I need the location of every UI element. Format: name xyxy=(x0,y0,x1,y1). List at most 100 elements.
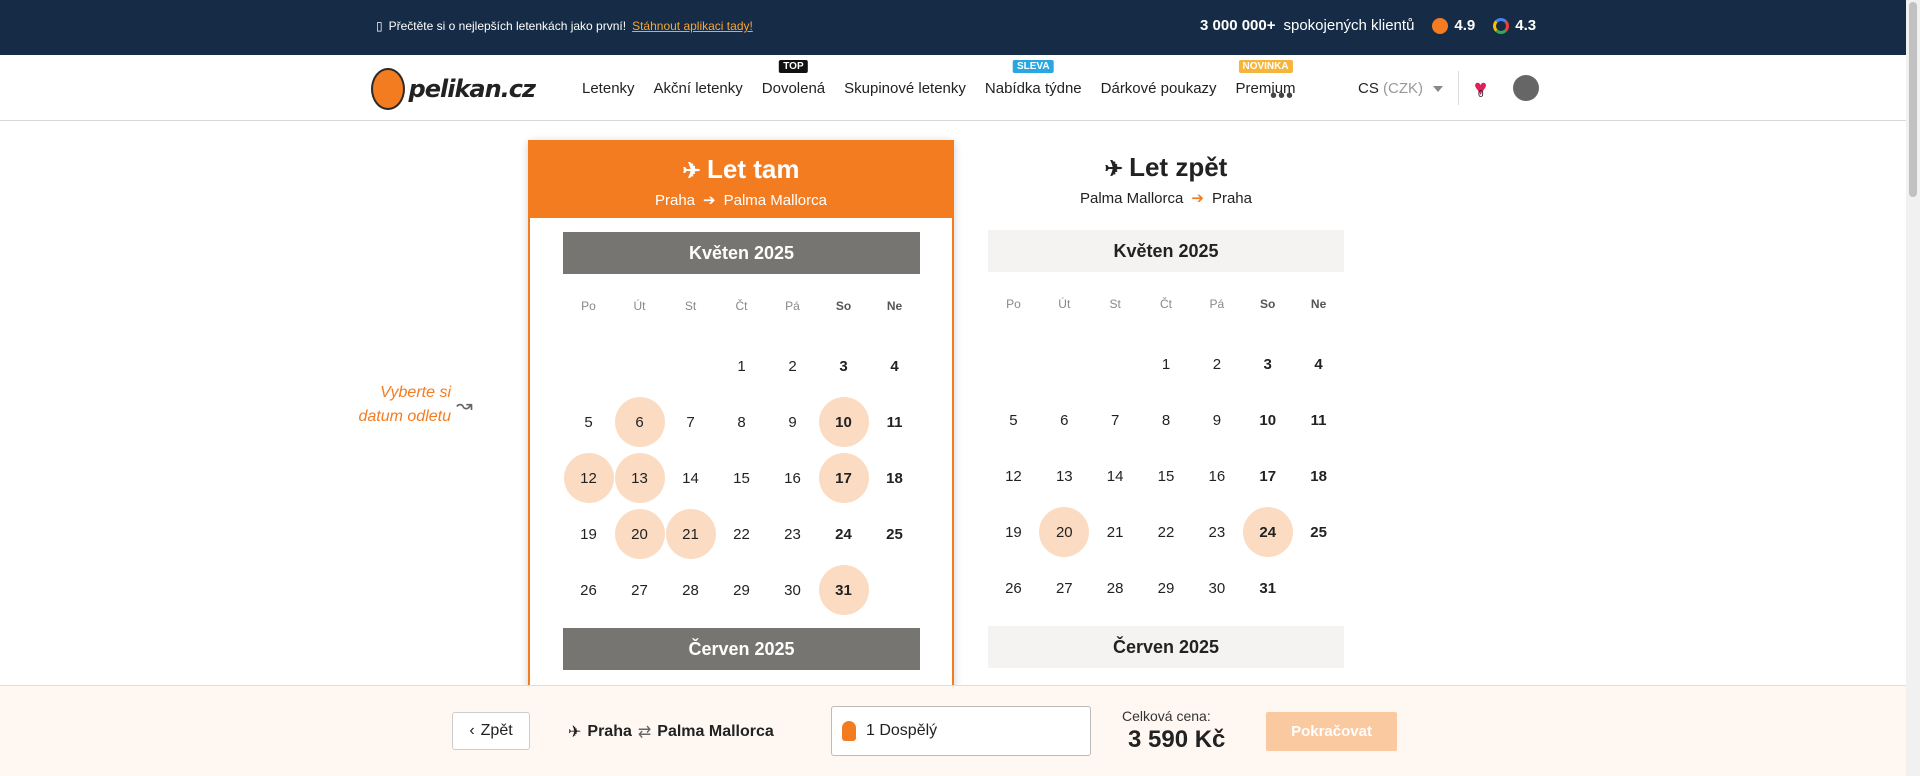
return-day-2[interactable]: 2 xyxy=(1191,336,1242,392)
return-day-27[interactable]: 27 xyxy=(1039,560,1090,616)
outbound-day-26[interactable]: 26 xyxy=(563,562,614,618)
scrollbar-thumb[interactable] xyxy=(1909,2,1917,197)
return-day-3[interactable]: 3 xyxy=(1242,336,1293,392)
outbound-calendar: ✈ Let tam Praha ➔ Palma Mallorca Květen 202… xyxy=(528,140,954,700)
return-day-19[interactable]: 19 xyxy=(988,504,1039,560)
outbound-day-5[interactable]: 5 xyxy=(563,394,614,450)
pelikan-rating[interactable]: 4.9 xyxy=(1432,17,1475,34)
arrow-right-icon: ➔ xyxy=(1191,190,1204,207)
calendar-week: 5 6 7 8 9 10 11 xyxy=(563,394,920,450)
return-day-25[interactable]: 25 xyxy=(1293,504,1344,560)
nav-item-2[interactable]: Dovolená TOP xyxy=(762,60,825,97)
outbound-day-9[interactable]: 9 xyxy=(767,394,818,450)
outbound-day-16[interactable]: 16 xyxy=(767,450,818,506)
return-day-23[interactable]: 23 xyxy=(1191,504,1242,560)
outbound-day-22[interactable]: 22 xyxy=(716,506,767,562)
outbound-day-14[interactable]: 14 xyxy=(665,450,716,506)
outbound-day-27[interactable]: 27 xyxy=(614,562,665,618)
return-day-12[interactable]: 12 xyxy=(988,448,1039,504)
outbound-day-8[interactable]: 8 xyxy=(716,394,767,450)
return-day-9[interactable]: 9 xyxy=(1191,392,1242,448)
app-download-link[interactable]: Stáhnout aplikaci tady! xyxy=(632,19,753,33)
nav-item-5[interactable]: Dárkové poukazy xyxy=(1101,80,1217,97)
return-day-28[interactable]: 28 xyxy=(1090,560,1141,616)
main-navigation: pelikan.cz Letenky Akční letenky Dovolená T… xyxy=(0,55,1906,121)
outbound-day-25[interactable]: 25 xyxy=(869,506,920,562)
return-day-1[interactable]: 1 xyxy=(1141,336,1192,392)
weekday-header: Po Út St Čt Pá So Ne xyxy=(563,274,920,338)
return-day-20[interactable]: 20 xyxy=(1039,504,1090,560)
return-day-21[interactable]: 21 xyxy=(1090,504,1141,560)
passenger-selector[interactable]: 1 Dospělý xyxy=(831,706,1091,756)
outbound-day-13[interactable]: 13 xyxy=(614,450,665,506)
logo[interactable]: pelikan.cz xyxy=(371,66,536,112)
return-day-6[interactable]: 6 xyxy=(1039,392,1090,448)
weekday-label: Čt xyxy=(735,299,748,313)
back-button[interactable]: ‹ Zpět xyxy=(452,712,530,750)
return-day-11[interactable]: 11 xyxy=(1293,392,1344,448)
return-day-26[interactable]: 26 xyxy=(988,560,1039,616)
outbound-day-18[interactable]: 18 xyxy=(869,450,920,506)
outbound-day-11[interactable]: 11 xyxy=(869,394,920,450)
return-day-4[interactable]: 4 xyxy=(1293,336,1344,392)
nav-item-3[interactable]: Skupinové letenky xyxy=(844,80,966,97)
chevron-left-icon: ‹ xyxy=(469,722,475,739)
return-day-15[interactable]: 15 xyxy=(1141,448,1192,504)
outbound-day-2[interactable]: 2 xyxy=(767,338,818,394)
chevron-down-icon xyxy=(1433,86,1444,93)
more-menu-icon[interactable]: ••• xyxy=(1270,85,1294,108)
return-day-16[interactable]: 16 xyxy=(1191,448,1242,504)
return-day-31[interactable]: 31 xyxy=(1242,560,1293,616)
nav-item-0[interactable]: Letenky xyxy=(582,80,635,97)
nav-item-4[interactable]: Nabídka týdne SLEVA xyxy=(985,60,1082,97)
outbound-day-31[interactable]: 31 xyxy=(818,562,869,618)
continue-button[interactable]: Pokračovat xyxy=(1266,712,1397,751)
outbound-day-1[interactable]: 1 xyxy=(716,338,767,394)
outbound-day-30[interactable]: 30 xyxy=(767,562,818,618)
outbound-day-7[interactable]: 7 xyxy=(665,394,716,450)
total-price: 3 590 Kč xyxy=(1128,726,1226,753)
return-day-13[interactable]: 13 xyxy=(1039,448,1090,504)
return-day-5[interactable]: 5 xyxy=(988,392,1039,448)
calendar-week: 12 13 14 15 16 17 18 xyxy=(563,450,920,506)
back-label: Zpět xyxy=(480,722,513,739)
return-day-7[interactable]: 7 xyxy=(1090,392,1141,448)
route-to: Palma Mallorca xyxy=(657,723,774,740)
return-day-22[interactable]: 22 xyxy=(1141,504,1192,560)
outbound-day-24[interactable]: 24 xyxy=(818,506,869,562)
language-selector[interactable]: CS (CZK) xyxy=(1358,80,1444,97)
return-day-30[interactable]: 30 xyxy=(1191,560,1242,616)
outbound-title: ✈ Let tam xyxy=(682,154,800,184)
calendar-week: 26 27 28 29 30 31 xyxy=(563,562,920,618)
user-account-icon[interactable] xyxy=(1513,75,1539,101)
return-day-14[interactable]: 14 xyxy=(1090,448,1141,504)
outbound-day-17[interactable]: 17 xyxy=(818,450,869,506)
return-day-18[interactable]: 18 xyxy=(1293,448,1344,504)
outbound-day-28[interactable]: 28 xyxy=(665,562,716,618)
nav-item-1[interactable]: Akční letenky xyxy=(654,80,743,97)
outbound-day-21[interactable]: 21 xyxy=(665,506,716,562)
return-day-24[interactable]: 24 xyxy=(1242,504,1293,560)
outbound-day-15[interactable]: 15 xyxy=(716,450,767,506)
google-rating[interactable]: 4.3 xyxy=(1493,17,1536,34)
return-day-8[interactable]: 8 xyxy=(1141,392,1192,448)
weekday-label: Ne xyxy=(1310,297,1327,311)
outbound-day-3[interactable]: 3 xyxy=(818,338,869,394)
outbound-day-20[interactable]: 20 xyxy=(614,506,665,562)
weekday-label: Út xyxy=(1058,297,1071,311)
pelican-logo-icon xyxy=(371,68,405,110)
weekday-label: Po xyxy=(581,299,596,313)
return-day-17[interactable]: 17 xyxy=(1242,448,1293,504)
outbound-day-23[interactable]: 23 xyxy=(767,506,818,562)
outbound-day-10[interactable]: 10 xyxy=(818,394,869,450)
outbound-day-6[interactable]: 6 xyxy=(614,394,665,450)
page-scrollbar[interactable] xyxy=(1906,0,1920,776)
outbound-day-29[interactable]: 29 xyxy=(716,562,767,618)
outbound-day-19[interactable]: 19 xyxy=(563,506,614,562)
outbound-day-12[interactable]: 12 xyxy=(563,450,614,506)
phone-icon: ▯ xyxy=(376,19,383,33)
outbound-header: ✈ Let tam Praha ➔ Palma Mallorca xyxy=(530,142,952,218)
return-day-29[interactable]: 29 xyxy=(1141,560,1192,616)
outbound-day-4[interactable]: 4 xyxy=(869,338,920,394)
return-day-10[interactable]: 10 xyxy=(1242,392,1293,448)
